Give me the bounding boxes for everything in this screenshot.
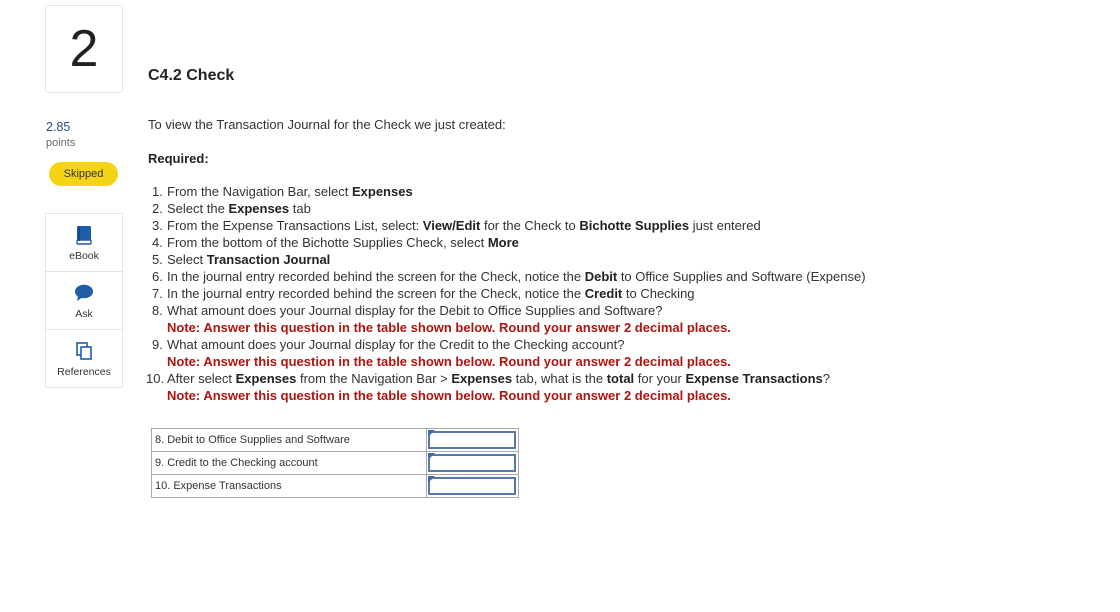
- list-item: 9. What amount does your Journal display …: [152, 337, 731, 369]
- book-icon: [75, 224, 93, 246]
- ask-button[interactable]: Ask: [46, 272, 122, 330]
- list-item: 5. Select Transaction Journal: [152, 252, 331, 267]
- references-label: References: [57, 365, 111, 378]
- table-row: 10. Expense Transactions: [151, 474, 519, 498]
- list-item: 10. After select Expenses from the Naviga…: [146, 371, 830, 403]
- note-text: Note: Answer this question in the table …: [167, 388, 731, 403]
- instruction-list: 1. From the Navigation Bar, select Expens…: [146, 183, 866, 404]
- question-title: C4.2 Check: [148, 67, 235, 84]
- list-item: 8. What amount does your Journal display …: [152, 303, 731, 335]
- table-row: 9. Credit to the Checking account: [151, 451, 519, 475]
- row-label: 8. Debit to Office Supplies and Software: [151, 428, 427, 452]
- tools-panel: eBook Ask References: [45, 213, 123, 388]
- list-item: 2. Select the Expenses tab: [152, 201, 311, 216]
- ebook-button[interactable]: eBook: [46, 214, 122, 272]
- ask-label: Ask: [75, 307, 93, 320]
- debit-answer-input[interactable]: [428, 431, 516, 449]
- points-value: 2.85: [46, 120, 71, 134]
- note-text: Note: Answer this question in the table …: [167, 354, 731, 369]
- chat-bubble-icon: [74, 282, 94, 304]
- row-label: 10. Expense Transactions: [151, 474, 427, 498]
- row-label: 9. Credit to the Checking account: [151, 451, 427, 475]
- table-row: 8. Debit to Office Supplies and Software: [151, 428, 519, 452]
- status-badge: Skipped: [49, 162, 118, 186]
- points-label: points: [46, 137, 76, 149]
- required-heading: Required:: [148, 151, 209, 166]
- list-item: 3. From the Expense Transactions List, se…: [152, 218, 761, 233]
- question-intro: To view the Transaction Journal for the …: [148, 117, 506, 132]
- list-item: 1. From the Navigation Bar, select Expens…: [152, 184, 413, 199]
- list-item: 6. In the journal entry recorded behind t…: [152, 269, 866, 284]
- references-button[interactable]: References: [46, 330, 122, 387]
- answer-table: 8. Debit to Office Supplies and Software…: [151, 428, 519, 498]
- ebook-label: eBook: [69, 249, 99, 262]
- question-number: 2: [45, 5, 123, 93]
- list-item: 7. In the journal entry recorded behind t…: [152, 286, 695, 301]
- list-item: 4. From the bottom of the Bichotte Suppli…: [152, 235, 519, 250]
- note-text: Note: Answer this question in the table …: [167, 320, 731, 335]
- copy-icon: [75, 340, 93, 362]
- expense-total-input[interactable]: [428, 477, 516, 495]
- credit-answer-input[interactable]: [428, 454, 516, 472]
